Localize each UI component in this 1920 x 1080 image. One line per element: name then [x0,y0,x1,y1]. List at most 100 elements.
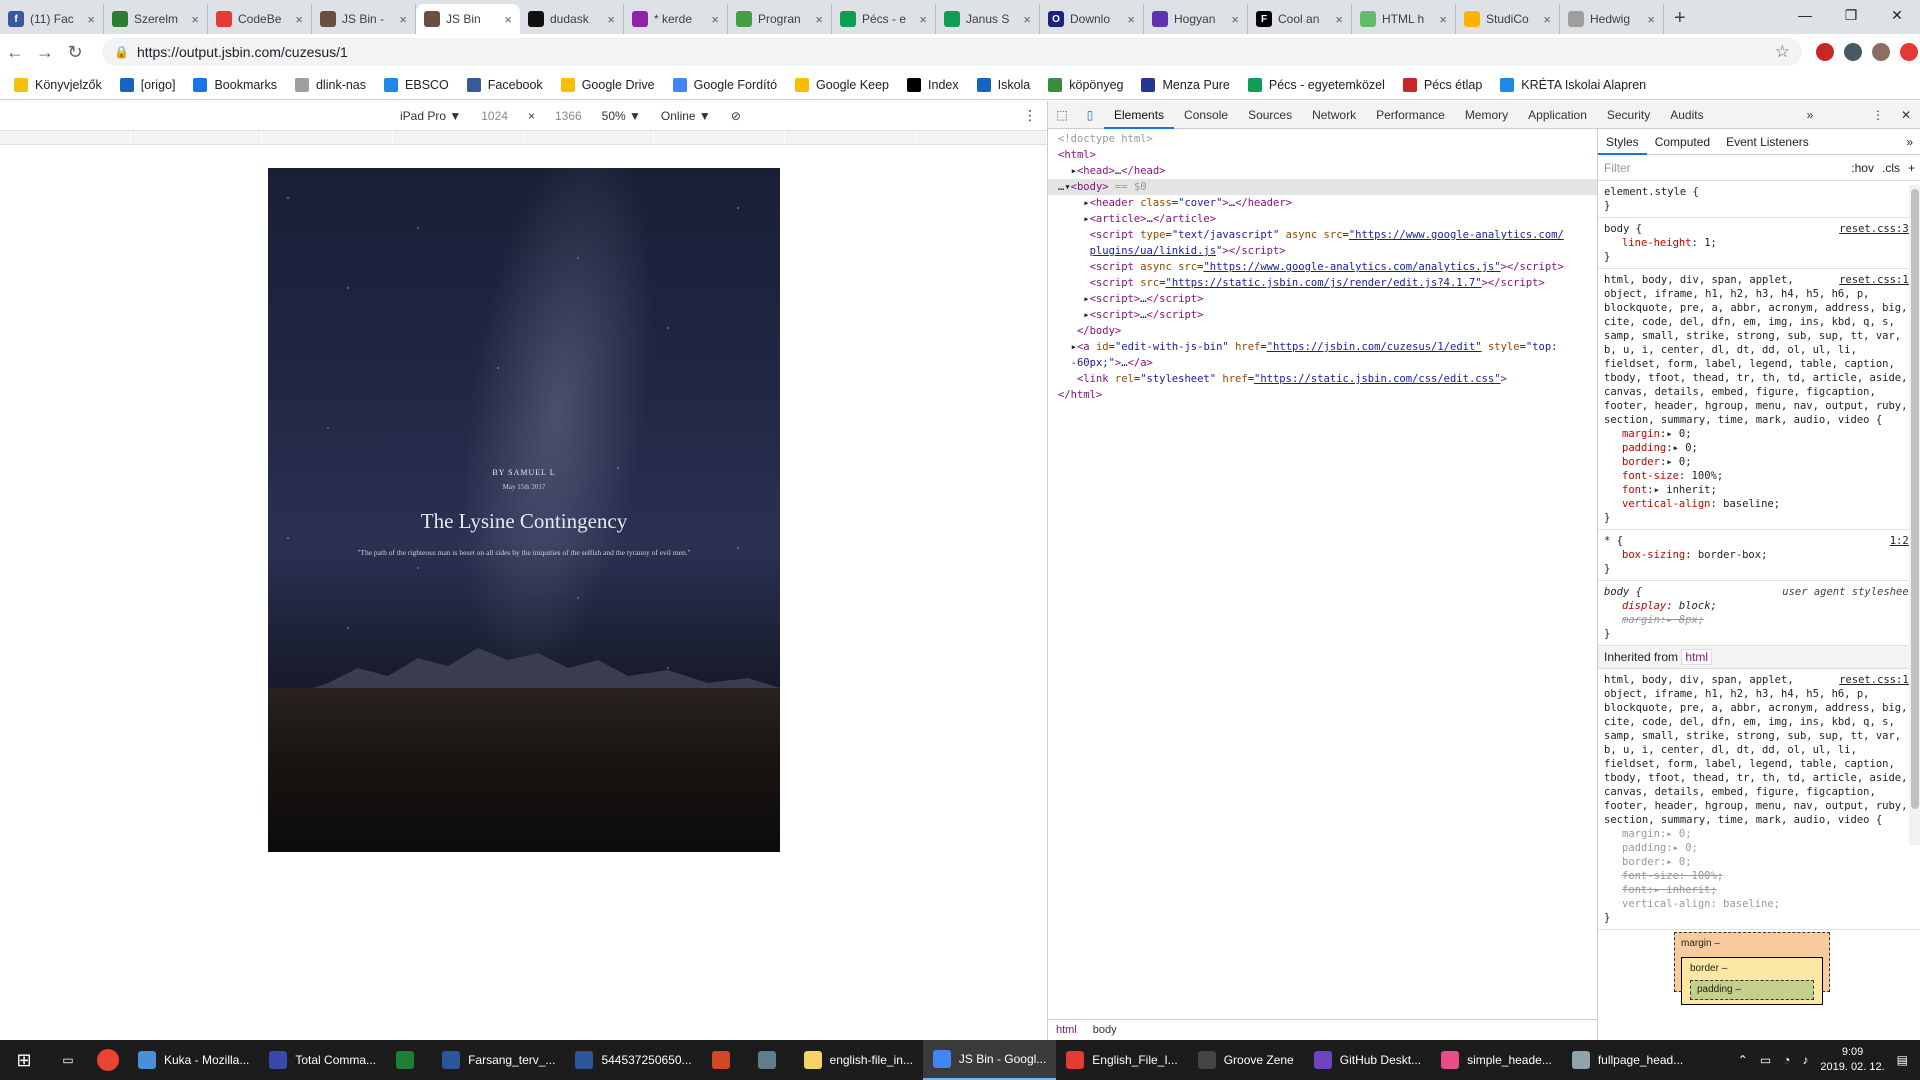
bookmark-item[interactable]: Iskola [976,77,1030,92]
rule-body[interactable]: reset.css:31 body {line-height: 1;} [1598,218,1920,269]
devtools-tab[interactable]: Network [1302,101,1366,129]
add-rule-icon[interactable]: + [1908,161,1915,175]
bookmark-item[interactable]: dlink-nas [294,77,366,92]
tab-close-icon[interactable]: × [1439,12,1447,27]
more-tabs-icon[interactable]: » [1898,129,1920,155]
reload-icon[interactable]: ↻ [60,42,90,63]
close-icon[interactable]: ✕ [1874,0,1920,30]
forward-icon[interactable]: → [30,42,60,63]
browser-tab[interactable]: Szerelm × [104,4,208,34]
devtools-tab[interactable]: Performance [1366,101,1455,129]
bookmark-item[interactable]: Bookmarks [193,77,277,92]
minimize-icon[interactable]: — [1782,0,1828,30]
tab-close-icon[interactable]: × [607,12,615,27]
bookmark-item[interactable]: EBSCO [384,77,449,92]
device-toggle-icon[interactable]: ▯ [1076,108,1104,122]
dom-tree[interactable]: <!doctype html> <html> ▸<head>…</head> …… [1048,129,1597,1006]
taskbar-item[interactable]: english-file_in... [794,1040,923,1080]
rule-element-style[interactable]: element.style {} [1598,181,1920,218]
devtools-tab[interactable]: Audits [1660,101,1713,129]
devtools-tab[interactable]: Application [1518,101,1597,129]
browser-tab[interactable]: f (11) Fac × [0,4,104,34]
rotate-icon[interactable]: ⊘ [731,109,741,123]
address-bar[interactable]: 🔒 https://output.jsbin.com/cuzesus/1 ☆ [102,38,1802,66]
bookmark-star-icon[interactable]: ☆ [1775,42,1790,62]
tab-close-icon[interactable]: × [295,12,303,27]
tab-close-icon[interactable]: × [504,12,512,27]
bookmark-item[interactable]: Könyvjelzők [14,77,102,92]
device-width[interactable]: 1024 [481,109,508,123]
devtools-close-icon[interactable]: ✕ [1892,108,1920,122]
bookmark-item[interactable]: Pécs - egyetemközel [1247,77,1385,92]
tab-close-icon[interactable]: × [1231,12,1239,27]
bookmark-item[interactable]: Index [907,77,959,92]
browser-tab[interactable]: O Downlo × [1040,4,1144,34]
styles-tab[interactable]: Computed [1647,129,1718,155]
windows-start-icon[interactable]: ⊞ [0,1040,48,1080]
rule-reset[interactable]: reset.css:18 html, body, div, span, apple… [1598,269,1920,530]
bookmark-item[interactable]: Google Fordító [672,77,777,92]
styles-tab[interactable]: Event Listeners [1718,129,1817,155]
tab-close-icon[interactable]: × [919,12,927,27]
battery-icon[interactable]: ▭ [1760,1053,1771,1067]
browser-tab[interactable]: CodeBe × [208,4,312,34]
taskbar-item[interactable]: simple_heade... [1431,1040,1562,1080]
devtools-tab[interactable]: Memory [1455,101,1518,129]
rule-universal[interactable]: 1:21 * {box-sizing: border-box;} [1598,530,1920,581]
profile-avatar[interactable] [1872,43,1890,61]
browser-tab[interactable]: Pécs - e × [832,4,936,34]
tab-close-icon[interactable]: × [399,12,407,27]
taskbar-item[interactable]: Kuka - Mozilla... [128,1040,259,1080]
styles-filter[interactable]: Filter :hov .cls + [1598,155,1920,181]
clock[interactable]: 9:09 2019. 02. 12. [1820,1045,1884,1075]
hov-toggle[interactable]: :hov [1851,161,1874,175]
inspect-icon[interactable]: ⬚ [1048,108,1076,122]
rule-reset-inherited[interactable]: reset.css:18 html, body, div, span, apple… [1598,669,1920,930]
notifications-icon[interactable]: ▤ [1897,1053,1908,1067]
browser-tab[interactable]: Janus S × [936,4,1040,34]
browser-tab[interactable]: JS Bin - × [312,4,416,34]
bookmark-item[interactable]: Pécs étlap [1402,77,1482,92]
taskbar-item[interactable]: Farsang_terv_... [432,1040,565,1080]
styles-tab[interactable]: Styles [1598,129,1647,155]
devtools-tab[interactable]: Security [1597,101,1660,129]
taskbar-item[interactable]: JS Bin - Googl... [922,1040,1057,1080]
extension-icon[interactable] [1816,43,1834,61]
back-icon[interactable]: ← [0,42,30,63]
devtools-tab[interactable]: Console [1174,101,1238,129]
taskbar-item[interactable]: English_File_I... [1056,1040,1187,1080]
tab-close-icon[interactable]: × [1335,12,1343,27]
chrome-icon[interactable] [88,1040,128,1080]
taskbar-item[interactable] [702,1040,748,1080]
inherited-tag[interactable]: html [1681,649,1713,665]
browser-tab[interactable]: HTML h × [1352,4,1456,34]
tab-close-icon[interactable]: × [87,12,95,27]
bookmark-item[interactable]: Facebook [466,77,543,92]
bookmark-item[interactable]: KRÉTA Iskolai Alapren [1500,77,1646,92]
devtools-tab[interactable]: Elements [1104,101,1175,129]
tab-close-icon[interactable]: × [191,12,199,27]
restore-icon[interactable]: ❐ [1828,0,1874,30]
browser-tab[interactable]: Hogyan × [1144,4,1248,34]
tab-close-icon[interactable]: × [815,12,823,27]
device-select[interactable]: iPad Pro ▼ [400,109,461,123]
tab-close-icon[interactable]: × [1127,12,1135,27]
new-tab-icon[interactable]: + [1664,7,1696,34]
bookmark-item[interactable]: Menza Pure [1141,77,1230,92]
devtools-tab[interactable]: Sources [1238,101,1302,129]
network-select[interactable]: Online ▼ [661,109,711,123]
more-options-icon[interactable]: ⋮ [1023,107,1037,124]
browser-tab[interactable]: dudask × [520,4,624,34]
taskbar-item[interactable] [748,1040,794,1080]
tab-close-icon[interactable]: × [1023,12,1031,27]
taskbar-item[interactable]: Total Comma... [259,1040,386,1080]
browser-tab[interactable]: Hedwig × [1560,4,1664,34]
filter-input[interactable]: Filter [1604,161,1851,175]
bookmark-item[interactable]: Google Drive [560,77,655,92]
cls-toggle[interactable]: .cls [1882,161,1900,175]
styles-scrollbar[interactable] [1909,185,1920,845]
browser-tab[interactable]: StudiCo × [1456,4,1560,34]
bookmark-item[interactable]: Google Keep [795,77,889,92]
tab-close-icon[interactable]: × [1543,12,1551,27]
taskbar-item[interactable]: Groove Zene [1188,1040,1304,1080]
